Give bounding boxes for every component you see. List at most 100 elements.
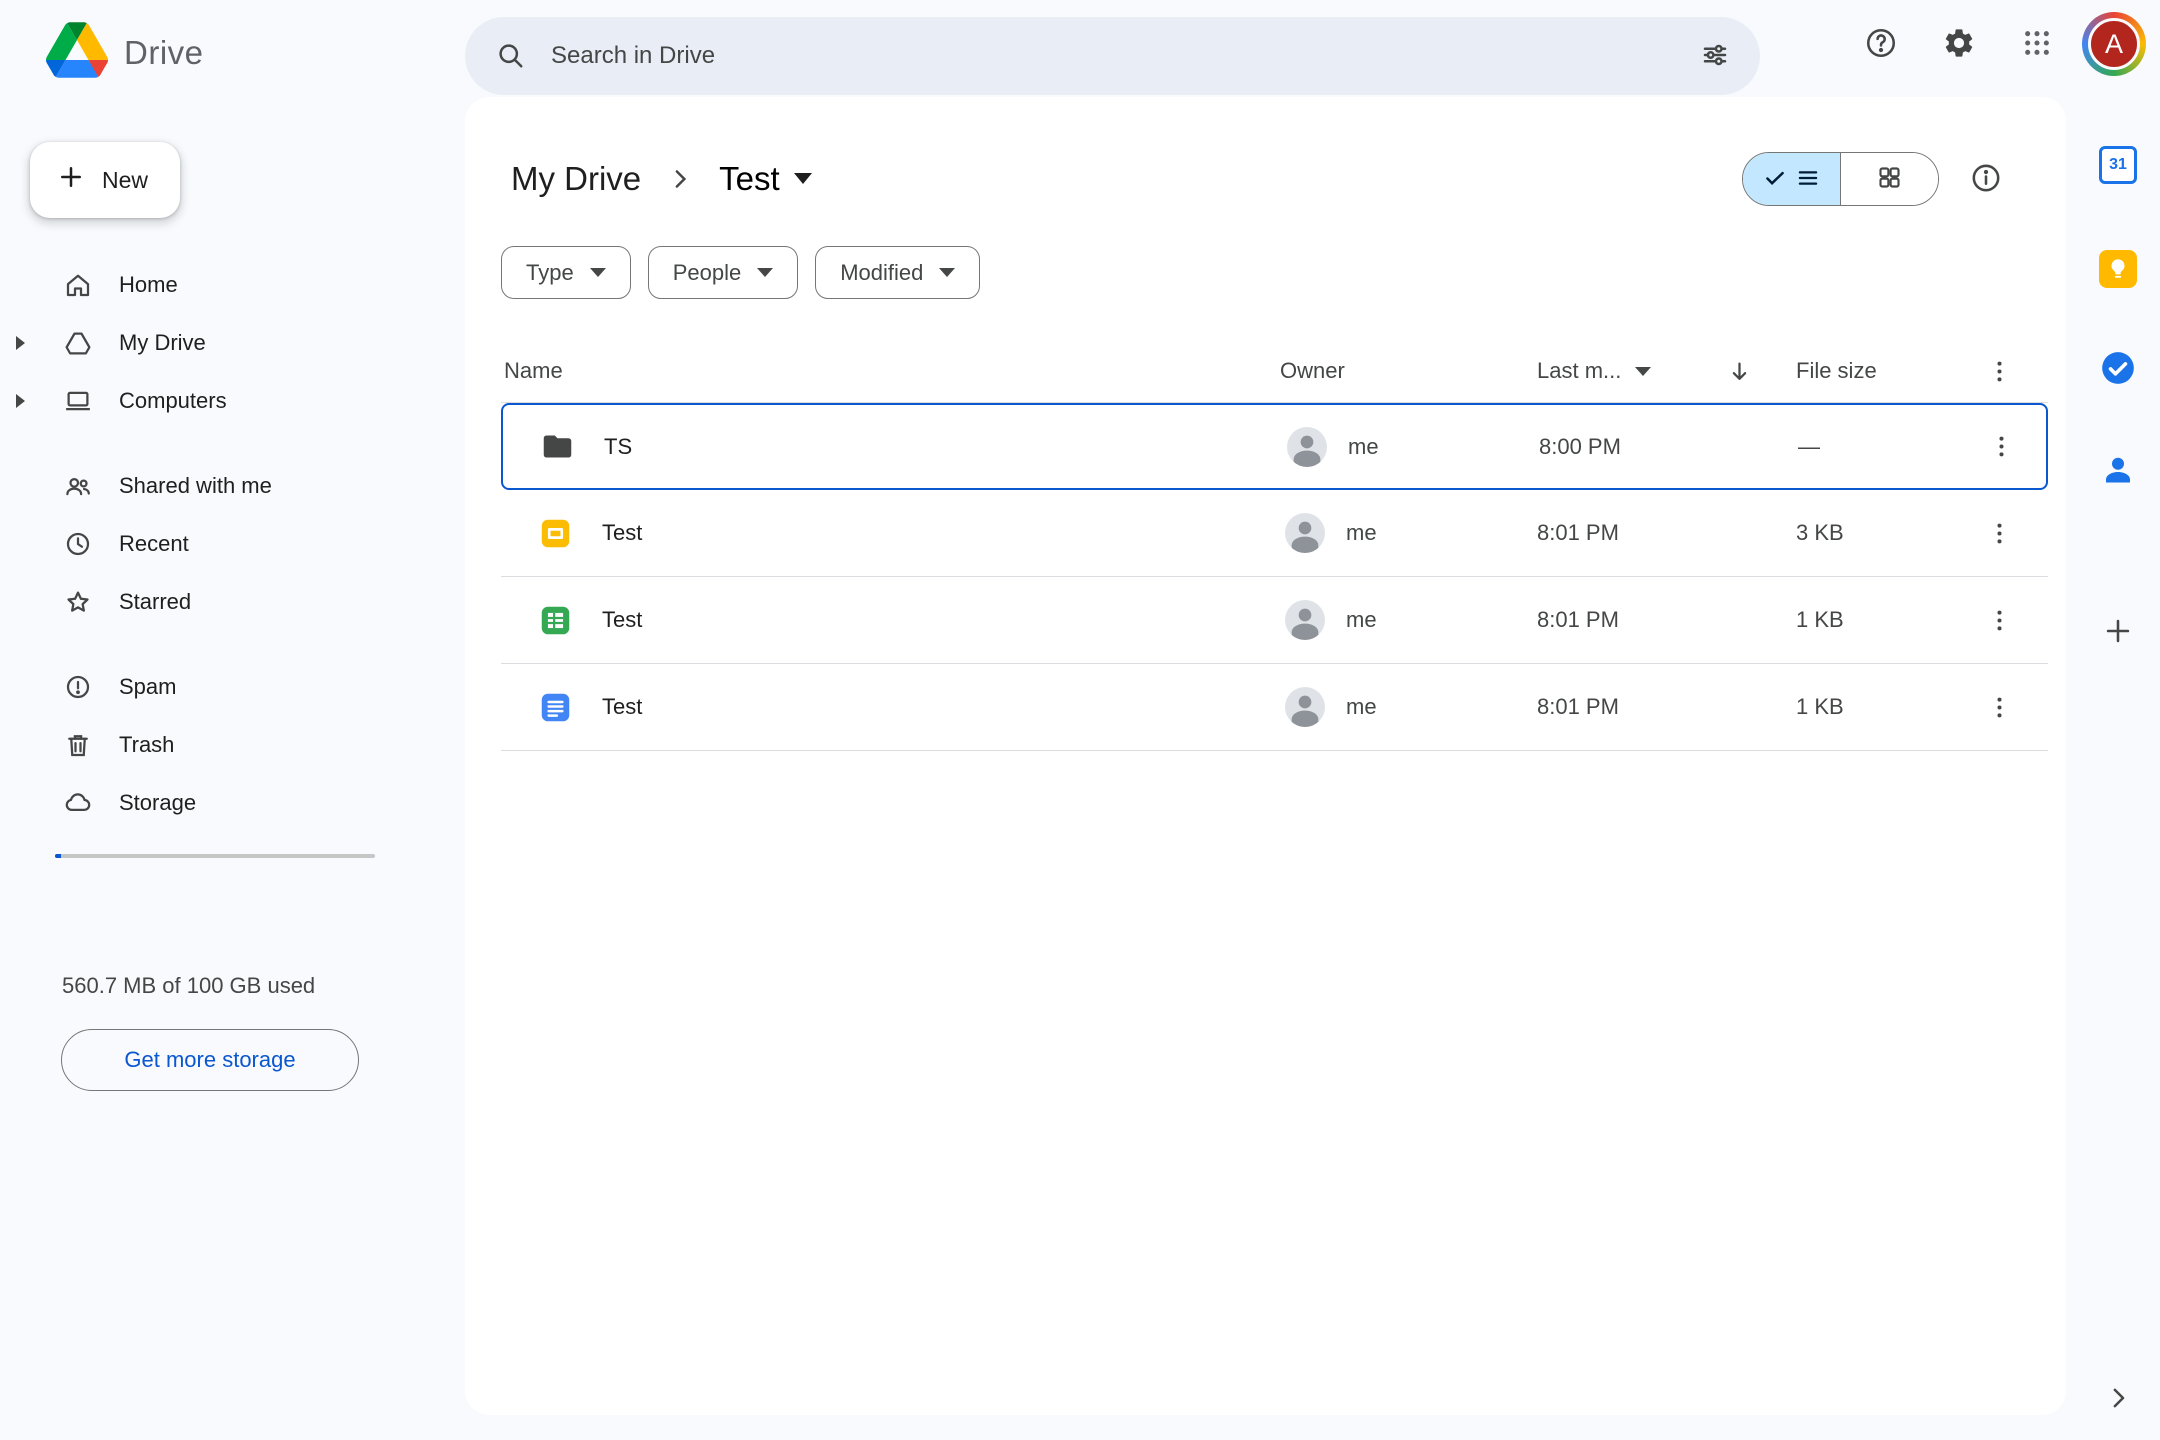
type-filter-label: Type — [526, 260, 574, 286]
type-filter-chip[interactable]: Type — [501, 246, 631, 299]
account-avatar[interactable]: A — [2082, 12, 2146, 76]
column-header-size[interactable]: File size — [1796, 340, 1877, 402]
expand-arrow-icon[interactable] — [16, 394, 25, 408]
search-bar[interactable] — [465, 17, 1760, 95]
view-toggle — [1742, 152, 1939, 206]
list-icon — [1795, 165, 1821, 194]
sidebar-item-label: Trash — [119, 732, 174, 758]
people-filter-label: People — [673, 260, 742, 286]
sidebar-item-label: My Drive — [119, 330, 206, 356]
file-owner: me — [1346, 577, 1377, 663]
breadcrumb-current-folder[interactable]: Test — [709, 156, 822, 202]
list-view-button[interactable] — [1743, 153, 1840, 205]
apps-grid-button[interactable] — [2004, 11, 2070, 77]
my-drive-icon — [63, 328, 93, 358]
computers-icon — [63, 386, 93, 416]
modified-filter-chip[interactable]: Modified — [815, 246, 980, 299]
search-input[interactable] — [541, 42, 1684, 70]
apps-grid-icon — [2021, 27, 2053, 62]
info-icon — [1969, 161, 2003, 198]
sidebar-item-label: Home — [119, 272, 178, 298]
keep-button[interactable] — [2088, 239, 2148, 299]
tasks-button[interactable] — [2088, 339, 2148, 399]
grid-view-button[interactable] — [1840, 153, 1938, 205]
sidebar-item-storage[interactable]: Storage — [0, 774, 465, 832]
table-row[interactable]: Test me 8:01 PM 1 KB — [501, 577, 2048, 664]
file-modified: 8:01 PM — [1537, 577, 1619, 663]
sidebar-item-label: Starred — [119, 589, 191, 615]
starred-icon — [63, 587, 93, 617]
sidebar-item-computers[interactable]: Computers — [0, 372, 465, 430]
table-header: Name Owner Last m... File size — [501, 340, 2048, 403]
table-row[interactable]: Test me 8:01 PM 3 KB — [501, 490, 2048, 577]
chevron-right-icon — [665, 164, 695, 194]
row-more-button[interactable] — [1975, 683, 2023, 731]
search-button[interactable] — [479, 25, 541, 87]
more-vert-icon — [1986, 607, 2013, 634]
file-owner: me — [1346, 490, 1377, 576]
column-header-name[interactable]: Name — [504, 340, 563, 402]
sidebar-item-label: Shared with me — [119, 473, 272, 499]
settings-button[interactable] — [1926, 11, 1992, 77]
sidebar-item-home[interactable]: Home — [0, 256, 465, 314]
calendar-button[interactable]: 31 — [2088, 135, 2148, 195]
file-modified: 8:01 PM — [1537, 664, 1619, 750]
sidebar-item-shared-with-me[interactable]: Shared with me — [0, 457, 465, 515]
file-modified: 8:01 PM — [1537, 490, 1619, 576]
sidebar-item-recent[interactable]: Recent — [0, 515, 465, 573]
file-browser-panel: My Drive Test — [465, 97, 2066, 1415]
owner-avatar — [1287, 405, 1327, 488]
person-icon — [1285, 513, 1325, 553]
sidebar-item-trash[interactable]: Trash — [0, 716, 465, 774]
file-table: Name Owner Last m... File size — [501, 340, 2048, 751]
arrow-drop-down-icon — [939, 268, 955, 277]
row-more-button[interactable] — [1977, 423, 2025, 471]
expand-arrow-icon[interactable] — [16, 336, 25, 350]
contacts-button[interactable] — [2088, 440, 2148, 500]
table-row[interactable]: Test me 8:01 PM 1 KB — [501, 664, 2048, 751]
check-icon — [1762, 165, 1788, 194]
sidebar: New Home My Drive — [0, 97, 465, 1440]
column-header-modified[interactable]: Last m... — [1537, 340, 1651, 402]
breadcrumb-current-label: Test — [719, 160, 780, 198]
person-icon — [1285, 600, 1325, 640]
drive-brand[interactable]: Drive — [46, 22, 204, 83]
arrow-drop-down-icon — [590, 268, 606, 277]
keep-icon — [2099, 250, 2137, 288]
file-name: Test — [602, 577, 642, 663]
header-more-button[interactable] — [1975, 340, 2023, 402]
people-filter-chip[interactable]: People — [648, 246, 799, 299]
show-side-panel-button[interactable] — [2088, 1369, 2148, 1429]
file-name: Test — [602, 664, 642, 750]
trash-icon — [63, 730, 93, 760]
sidebar-item-label: Recent — [119, 531, 189, 557]
gear-icon — [1942, 26, 1976, 63]
spam-icon — [63, 672, 93, 702]
owner-avatar — [1285, 664, 1325, 750]
row-more-button[interactable] — [1975, 509, 2023, 557]
table-row[interactable]: TS me 8:00 PM — — [501, 403, 2048, 490]
more-vert-icon — [1988, 433, 2015, 460]
details-button[interactable] — [1961, 154, 2011, 204]
get-addons-button[interactable] — [2088, 602, 2148, 662]
sort-direction-button[interactable] — [1726, 340, 1753, 402]
more-vert-icon — [1986, 358, 2013, 385]
slides-file-icon — [539, 490, 572, 576]
docs-file-icon — [539, 664, 572, 750]
contacts-icon — [2100, 451, 2136, 490]
arrow-drop-down-icon — [794, 173, 812, 184]
tasks-icon — [2099, 349, 2137, 390]
sidebar-item-starred[interactable]: Starred — [0, 573, 465, 631]
column-header-owner[interactable]: Owner — [1280, 340, 1345, 402]
sidebar-item-my-drive[interactable]: My Drive — [0, 314, 465, 372]
get-more-storage-button[interactable]: Get more storage — [61, 1029, 359, 1091]
breadcrumb-my-drive[interactable]: My Drive — [501, 156, 651, 202]
person-icon — [1287, 427, 1327, 467]
new-button[interactable]: New — [30, 142, 180, 218]
help-button[interactable] — [1848, 11, 1914, 77]
sidebar-item-spam[interactable]: Spam — [0, 658, 465, 716]
row-more-button[interactable] — [1975, 596, 2023, 644]
arrow-drop-down-icon — [1635, 367, 1651, 376]
search-options-button[interactable] — [1684, 25, 1746, 87]
storage-usage-text: 560.7 MB of 100 GB used — [62, 973, 315, 999]
